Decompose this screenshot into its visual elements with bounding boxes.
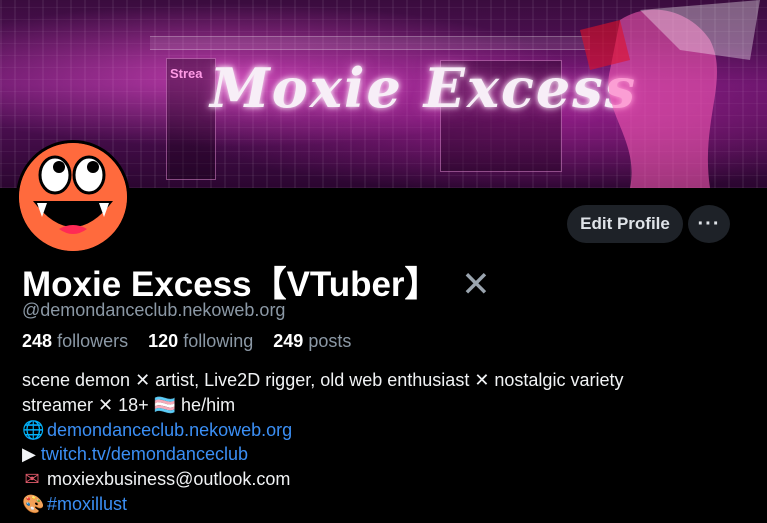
avatar[interactable] <box>16 140 130 254</box>
website-link[interactable]: demondanceclub.nekoweb.org <box>47 420 292 440</box>
posts-stat: 249 posts <box>273 331 352 351</box>
following-stat[interactable]: 120 following <box>148 331 253 351</box>
play-icon: ▶ <box>22 444 36 465</box>
x-mark-icon: ✕ <box>461 265 491 304</box>
palette-icon: 🎨 <box>22 493 45 514</box>
edit-profile-button[interactable]: Edit Profile <box>567 205 683 243</box>
followers-stat[interactable]: 248 followers <box>22 331 128 351</box>
more-options-button[interactable]: ··· <box>688 205 730 243</box>
mail-icon: ✉ <box>24 469 40 490</box>
avatar-face-icon <box>19 143 127 251</box>
more-dots-icon: ··· <box>697 212 721 235</box>
profile-stats: 248 followers 120 following 249 posts <box>22 331 351 352</box>
bio-line: streamer ✕ 18+ 🏳️‍⚧️ he/him <box>22 394 236 415</box>
twitch-link[interactable]: twitch.tv/demondanceclub <box>41 444 248 464</box>
banner-nav-strip <box>150 36 590 50</box>
hashtag-link[interactable]: #moxillust <box>47 494 127 514</box>
globe-icon: 🌐 <box>22 419 45 440</box>
bio-line: scene demon ✕ artist, Live2D rigger, old… <box>22 370 624 390</box>
email-text: moxiexbusiness@outlook.com <box>47 469 291 490</box>
profile-handle[interactable]: @demondanceclub.nekoweb.org <box>22 300 285 321</box>
display-name: Moxie Excess【VTuber】 <box>22 265 440 304</box>
banner-character-art <box>580 0 760 188</box>
profile-bio: scene demon ✕ artist, Live2D rigger, old… <box>22 368 752 517</box>
banner-side-label: Strea <box>170 66 203 81</box>
